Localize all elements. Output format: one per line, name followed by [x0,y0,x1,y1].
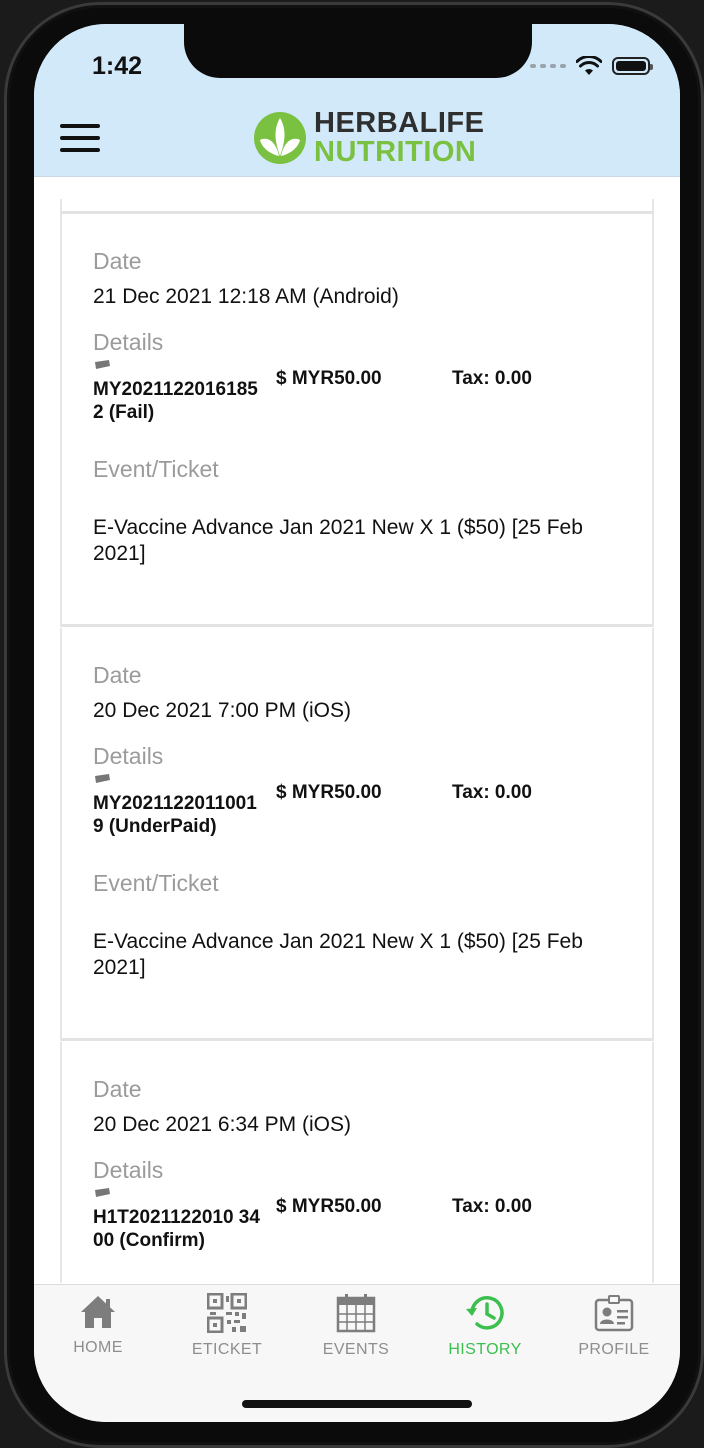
amount: $ MYR50.00 [276,368,382,389]
event-ticket-label: Event/Ticket [93,456,219,482]
tab-label: EVENTS [322,1341,390,1358]
brand-line2: NUTRITION [314,136,477,168]
event-description: E-Vaccine Advance Jan 2021 New X 1 ($50)… [93,930,583,979]
amount: $ MYR50.00 [276,782,382,803]
ticket-icon [95,1188,110,1197]
ticket-number: MY20211220110019 (UnderPaid) [93,793,257,837]
date-label: Date [93,1076,142,1102]
phone-frame: 1:42 HERBALIFE NUTRITION Date 21 Dec 202… [4,2,704,1448]
transaction-date: 20 Dec 2021 6:34 PM (iOS) [93,1113,351,1136]
calendar-icon [336,1294,376,1333]
ticket-number: H1T2021122010 3400 (Confirm) [93,1207,260,1251]
ticket-icon [95,774,110,783]
tab-eticket[interactable]: ETICKET [167,1293,287,1373]
tab-home[interactable]: HOME [38,1293,158,1373]
tab-events[interactable]: EVENTS [296,1293,416,1373]
details-label: Details [93,329,164,355]
battery-icon [612,57,653,75]
status-time: 1:42 [92,52,143,80]
tax: Tax: 0.00 [452,368,532,389]
tax: Tax: 0.00 [452,782,532,803]
transaction-card[interactable]: Date 20 Dec 2021 6:34 PM (iOS) Details H… [60,1042,654,1283]
transaction-date: 21 Dec 2021 12:18 AM (Android) [93,285,399,308]
tax: Tax: 0.00 [452,1196,532,1217]
tab-label: ETICKET [191,1341,263,1358]
previous-card-edge [60,199,654,214]
amount: $ MYR50.00 [276,1196,382,1217]
wifi-icon [576,56,602,75]
home-indicator[interactable] [242,1400,472,1408]
details-label: Details [93,1157,164,1183]
menu-button[interactable] [60,124,100,154]
ticket-number: MY20211220161852 (Fail) [93,379,258,423]
qr-code-icon [207,1293,247,1333]
tab-profile[interactable]: PROFILE [554,1293,674,1373]
profile-card-icon [594,1295,634,1332]
tab-label: PROFILE [578,1341,650,1358]
history-icon [466,1296,504,1330]
herbalife-logo: HERBALIFE NUTRITION [252,106,484,170]
history-list[interactable]: Date 21 Dec 2021 12:18 AM (Android) Deta… [34,177,680,1283]
event-ticket-label: Event/Ticket [93,870,219,896]
transaction-card[interactable]: Date 21 Dec 2021 12:18 AM (Android) Deta… [60,214,654,627]
home-icon [81,1296,115,1328]
tab-label: HISTORY [448,1341,522,1358]
brand-line1: HERBALIFE [314,107,485,139]
details-label: Details [93,743,164,769]
date-label: Date [93,662,142,688]
leaf-logo-icon [254,112,306,164]
app-screen: 1:42 HERBALIFE NUTRITION Date 21 Dec 202… [34,24,680,1422]
event-description: E-Vaccine Advance Jan 2021 New X 1 ($50)… [93,516,583,565]
ticket-icon [95,360,110,369]
status-icons [530,54,653,78]
tab-label: HOME [73,1339,123,1356]
transaction-card[interactable]: Date 20 Dec 2021 7:00 PM (iOS) Details M… [60,628,654,1041]
tab-history[interactable]: HISTORY [425,1293,545,1373]
date-label: Date [93,248,142,274]
device-notch [184,24,532,78]
transaction-date: 20 Dec 2021 7:00 PM (iOS) [93,699,351,722]
signal-icon [530,64,566,68]
